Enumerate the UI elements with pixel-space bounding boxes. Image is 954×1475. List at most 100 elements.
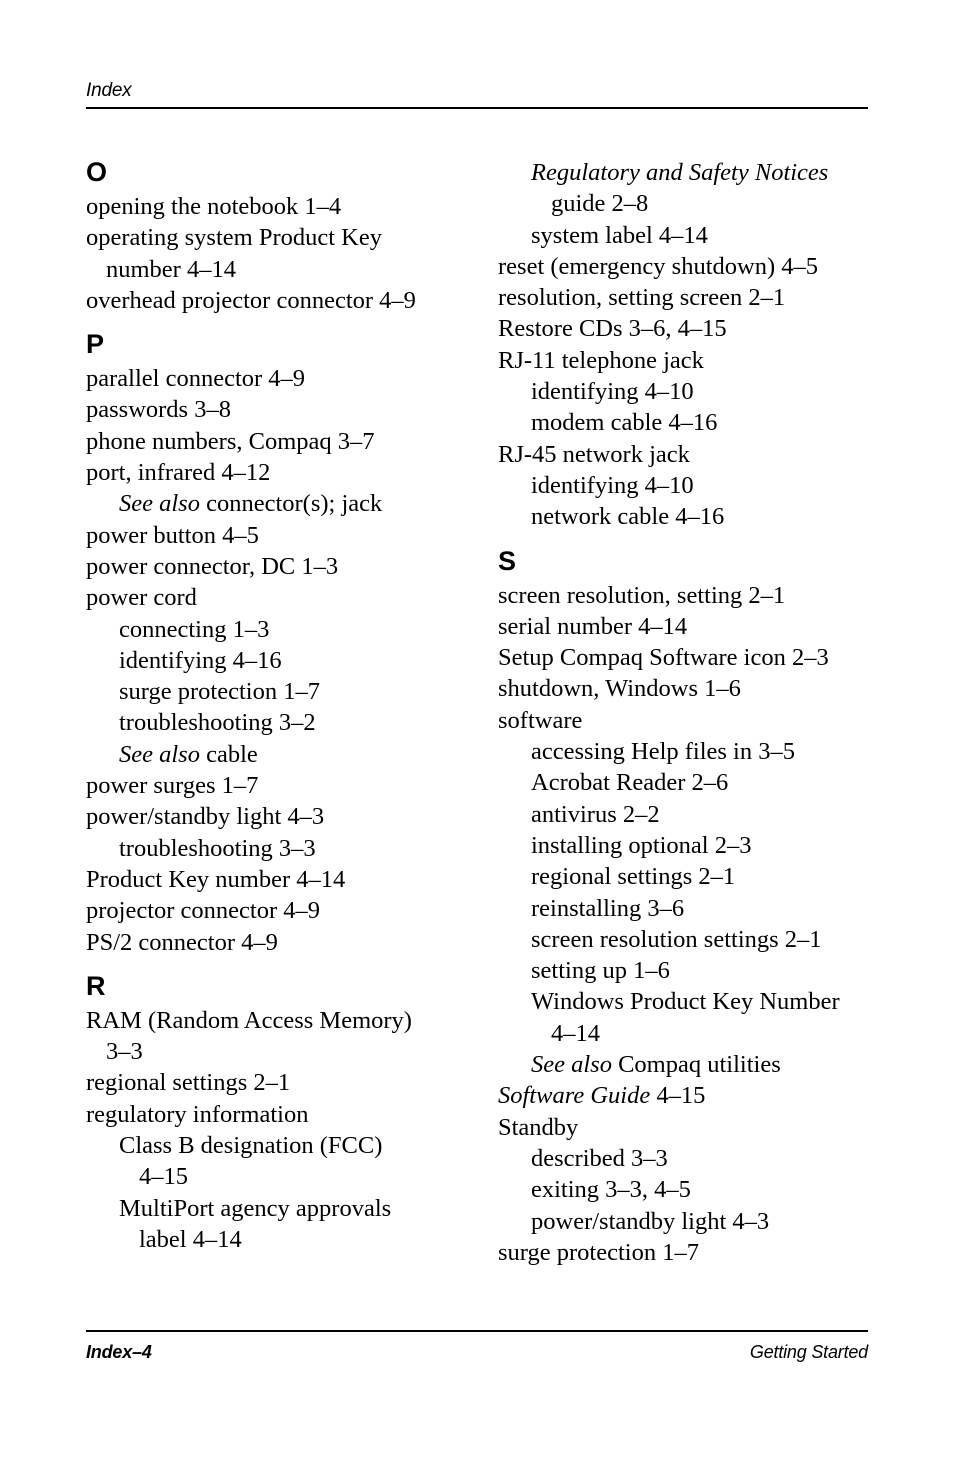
index-entry: identifying 4–10 xyxy=(498,470,870,501)
index-entry-text: surge protection 1–7 xyxy=(119,678,320,706)
index-entry: network cable 4–16 xyxy=(498,501,870,532)
index-entry-text: operating system Product Key xyxy=(86,224,382,252)
index-entry: 4–14 xyxy=(498,1018,870,1049)
index-entry-italic-text: See also xyxy=(531,1051,612,1079)
index-entry-text: reset (emergency shutdown) 4–5 xyxy=(498,252,818,280)
index-entry: See also cable xyxy=(86,739,458,770)
index-entry: opening the notebook 1–4 xyxy=(86,191,458,222)
index-entry-text: passwords 3–8 xyxy=(86,396,231,424)
index-entry: See also connector(s); jack xyxy=(86,488,458,519)
index-entry: system label 4–14 xyxy=(498,220,870,251)
section-letter: P xyxy=(86,329,105,360)
index-entry-text: surge protection 1–7 xyxy=(498,1238,699,1266)
index-entry-text: troubleshooting 3–2 xyxy=(119,709,316,737)
index-entry-text: RJ-11 telephone jack xyxy=(498,346,704,374)
index-entry-text: screen resolution, setting 2–1 xyxy=(498,581,786,609)
index-entry: See also Compaq utilities xyxy=(498,1049,870,1080)
index-entry-text: regional settings 2–1 xyxy=(531,863,736,891)
index-entry-list: parallel connector 4–9 passwords 3–8 phone… xyxy=(86,363,458,958)
index-entry-text: troubleshooting 3–3 xyxy=(119,834,316,862)
index-entry: parallel connector 4–9 xyxy=(86,363,458,394)
index-entry-text: Setup Compaq Software icon 2–3 xyxy=(498,644,829,672)
header-divider xyxy=(86,107,868,109)
index-entry-text: 4–15 xyxy=(139,1163,188,1191)
index-entry: Windows Product Key Number xyxy=(498,986,870,1017)
index-entry: guide 2–8 xyxy=(498,188,870,219)
index-page: Index Oopening the notebook 1–4 operating… xyxy=(0,0,954,1475)
index-entry-text: setting up 1–6 xyxy=(531,957,670,985)
index-entry: power connector, DC 1–3 xyxy=(86,551,458,582)
index-entry: Restore CDs 3–6, 4–15 xyxy=(498,313,870,344)
index-entry: 3–3 xyxy=(86,1036,458,1067)
index-entry: Acrobat Reader 2–6 xyxy=(498,767,870,798)
footer-page-number: Index–4 xyxy=(86,1342,152,1362)
index-section-p: Pparallel connector 4–9 passwords 3–8 phon… xyxy=(86,329,458,958)
index-entry-text: reinstalling 3–6 xyxy=(531,894,685,922)
index-entry-text: screen resolution settings 2–1 xyxy=(531,925,822,953)
left-column: Oopening the notebook 1–4 operating syste… xyxy=(86,157,458,1255)
page-footer: Index–4 Getting Started xyxy=(86,1330,868,1363)
index-columns: Oopening the notebook 1–4 operating syste… xyxy=(86,157,868,1268)
index-entry-list: opening the notebook 1–4 operating system… xyxy=(86,191,458,316)
index-entry-text: MultiPort agency approvals xyxy=(119,1194,392,1222)
index-entry-text: 4–15 xyxy=(650,1082,706,1110)
index-entry-text: Standby xyxy=(498,1113,579,1141)
index-entry-text: exiting 3–3, 4–5 xyxy=(531,1176,691,1204)
index-entry-text: power connector, DC 1–3 xyxy=(86,552,339,580)
index-entry-text: antivirus 2–2 xyxy=(531,800,660,828)
index-entry: label 4–14 xyxy=(86,1224,458,1255)
section-letter: R xyxy=(86,970,106,1001)
index-entry-text: power/standby light 4–3 xyxy=(531,1207,770,1235)
index-entry-text: RJ-45 network jack xyxy=(498,440,690,468)
index-entry: projector connector 4–9 xyxy=(86,895,458,926)
index-entry: screen resolution settings 2–1 xyxy=(498,924,870,955)
index-entry: reinstalling 3–6 xyxy=(498,893,870,924)
index-entry: Class B designation (FCC) xyxy=(86,1130,458,1161)
index-entry-text: parallel connector 4–9 xyxy=(86,365,306,393)
index-entry: identifying 4–10 xyxy=(498,376,870,407)
index-entry-text: resolution, setting screen 2–1 xyxy=(498,284,786,312)
page-header: Index xyxy=(86,80,868,109)
index-entry: regulatory information xyxy=(86,1099,458,1130)
index-entry: troubleshooting 3–3 xyxy=(86,833,458,864)
index-entry: Product Key number 4–14 xyxy=(86,864,458,895)
index-entry: Standby xyxy=(498,1112,870,1143)
index-entry-text: Restore CDs 3–6, 4–15 xyxy=(498,315,727,343)
index-entry: regional settings 2–1 xyxy=(498,861,870,892)
index-entry-text: 4–14 xyxy=(551,1019,600,1047)
index-entry-text: guide 2–8 xyxy=(551,190,649,218)
index-entry: resolution, setting screen 2–1 xyxy=(498,282,870,313)
index-entry-text: Compaq utilities xyxy=(611,1051,781,1079)
index-entry-text: accessing Help files in 3–5 xyxy=(531,738,795,766)
index-entry: RJ-45 network jack xyxy=(498,439,870,470)
index-entry-text: identifying 4–16 xyxy=(119,646,282,674)
index-entry: surge protection 1–7 xyxy=(498,1237,870,1268)
index-entry-text: overhead projector connector 4–9 xyxy=(86,286,416,314)
index-entry: shutdown, Windows 1–6 xyxy=(498,673,870,704)
index-entry-text: installing optional 2–3 xyxy=(531,831,752,859)
footer-document-title: Getting Started xyxy=(749,1342,868,1362)
index-entry-text: software xyxy=(498,706,583,734)
index-entry-text: PS/2 connector 4–9 xyxy=(86,928,278,956)
index-entry: PS/2 connector 4–9 xyxy=(86,927,458,958)
section-letter: O xyxy=(86,157,108,187)
index-entry-list: screen resolution, setting 2–1 serial num… xyxy=(498,580,870,1269)
index-entry-text: power/standby light 4–3 xyxy=(86,803,325,831)
footer-divider xyxy=(86,1330,868,1332)
index-entry: modem cable 4–16 xyxy=(498,407,870,438)
index-entry: screen resolution, setting 2–1 xyxy=(498,580,870,611)
index-section-r: R RAM (Random Access Memory) 3–3 regional s… xyxy=(86,971,458,1255)
index-entry-text: system label 4–14 xyxy=(531,221,708,249)
index-entry-text: regulatory information xyxy=(86,1100,309,1128)
index-entry: power/standby light 4–3 xyxy=(498,1206,870,1237)
index-entry: installing optional 2–3 xyxy=(498,830,870,861)
index-entry-text: power surges 1–7 xyxy=(86,772,259,800)
index-entry: described 3–3 xyxy=(498,1143,870,1174)
index-entry-text: projector connector 4–9 xyxy=(86,897,321,925)
index-entry-italic-text: See also xyxy=(119,490,200,518)
index-entry: exiting 3–3, 4–5 xyxy=(498,1174,870,1205)
index-entry-text: phone numbers, Compaq 3–7 xyxy=(86,427,375,455)
index-entry-text: identifying 4–10 xyxy=(531,471,694,499)
section-letter: S xyxy=(498,545,517,576)
index-entry-text: connector(s); jack xyxy=(199,490,383,518)
